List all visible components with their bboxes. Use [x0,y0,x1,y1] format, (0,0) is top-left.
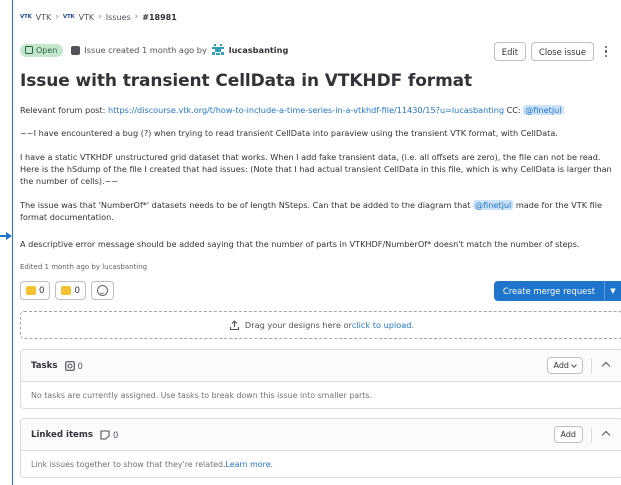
linked-items-count: 0 [100,430,118,440]
page-left-marker [0,231,12,241]
breadcrumb: VTK VTK › VTK VTK › Issues › #18981 [20,10,177,24]
design-dropzone[interactable]: Drag your designs here or click to uploa… [20,311,621,339]
tasks-add-button[interactable]: Add [546,357,583,374]
learn-more-link[interactable]: Learn more. [226,460,274,469]
tasks-controls: Add [546,357,613,374]
vtk-logo: VTK [20,14,32,20]
thumbs-up-icon [26,286,36,295]
tasks-count: 0 [64,360,83,371]
tasks-empty-state: No tasks are currently assigned. Use tas… [31,390,372,400]
breadcrumb-item-vtk-project[interactable]: VTK [79,13,95,22]
linked-items-icon [100,429,110,440]
close-issue-button[interactable]: Close issue [531,42,594,61]
vtk-logo: VTK [62,14,75,20]
divider [591,426,592,443]
tasks-add-label: Add [553,361,570,370]
description-paragraph: The issue was that 'NumberOf*' datasets … [20,199,615,223]
thumbs-down-button[interactable]: 0 [55,281,86,300]
upload-icon [229,319,239,330]
status-badge-label: Open [36,45,58,55]
chevron-down-icon [571,361,577,368]
thumbs-up-count: 0 [39,285,45,296]
thumbs-down-count: 0 [74,285,80,296]
click-to-upload-link[interactable]: click to upload. [352,320,414,330]
description-paragraph: ~~I have encountered a bug (?) when tryi… [20,128,558,138]
cc-label: CC: [504,105,524,115]
breadcrumb-item-vtk-group[interactable]: VTK [36,13,52,22]
edit-button[interactable]: Edit [493,42,526,61]
issue-meta: Open Issue created 1 month ago by lucasb… [20,40,288,60]
linked-items-count-value: 0 [112,429,119,440]
tasks-icon [64,360,75,371]
edited-note: Edited 1 month ago by lucasbanting [20,263,148,271]
linked-items-add-label: Add [560,430,577,439]
breadcrumb-item-current-issue[interactable]: #18981 [142,13,177,22]
issue-type-icon [71,45,81,55]
description-paragraph: I have a static VTKHDF unstructured grid… [20,152,612,186]
chevron-down-icon[interactable]: ▼ [604,281,621,301]
user-mention[interactable]: @finetjul [523,105,564,115]
chevron-up-icon [601,361,611,370]
breadcrumb-item-issues[interactable]: Issues [106,13,131,22]
emoji-picker-button[interactable] [90,281,114,300]
linked-items-controls: Add [553,426,613,443]
divider [591,357,592,374]
dropzone-text: Drag your designs here or [244,320,352,330]
breadcrumb-separator-icon: › [98,12,102,22]
linked-items-title: Linked items [31,429,93,440]
avatar-icon [211,44,224,55]
linked-items-empty-text: Link issues together to show that they'r… [31,459,226,469]
description-text: The issue was that 'NumberOf*' datasets … [20,200,474,210]
chevron-up-icon [601,430,611,439]
breadcrumb-separator-icon: › [134,12,139,22]
linked-items-collapse-toggle[interactable] [600,429,612,441]
tasks-widget-header: Tasks 0 Add [21,350,621,382]
issue-open-icon [25,46,33,54]
forum-post-link[interactable]: https://discourse.vtk.org/t/how-to-inclu… [108,105,504,115]
issue-actions: Edit Close issue [493,42,613,61]
kebab-icon[interactable] [599,42,613,61]
tasks-count-value: 0 [77,360,83,371]
linked-items-empty-state: Link issues together to show that they'r… [21,451,621,477]
issue-created-text: Issue created 1 month ago by [84,45,207,55]
thumbs-down-icon [61,286,72,295]
author-name[interactable]: lucasbanting [229,45,289,55]
author-avatar[interactable] [210,43,225,57]
description-paragraph: Relevant forum post: https://discourse.v… [20,104,615,116]
linked-items-widget: Linked items 0 Add Link issues together … [20,418,621,478]
forum-post-label: Relevant forum post: [20,105,108,115]
user-mention[interactable]: @finetjul [473,200,514,210]
tasks-widget: Tasks 0 Add No tasks are currently assig… [20,349,621,409]
tasks-title: Tasks [31,360,58,371]
page-title: Issue with transient CellData in VTKHDF … [20,71,473,91]
emoji-picker-icon [96,285,108,296]
status-badge: Open [20,43,64,57]
create-merge-request-button[interactable]: Create merge request ▼ [493,281,621,301]
linked-items-widget-header: Linked items 0 Add [21,419,621,451]
breadcrumb-separator-icon: › [55,12,59,22]
description-paragraph: A descriptive error message should be ad… [20,239,580,249]
award-emoji-bar: 0 0 [20,281,114,300]
tasks-collapse-toggle[interactable] [600,360,612,372]
linked-items-add-button[interactable]: Add [553,426,583,443]
thumbs-up-button[interactable]: 0 [20,281,51,300]
create-merge-request-label[interactable]: Create merge request [494,281,604,301]
